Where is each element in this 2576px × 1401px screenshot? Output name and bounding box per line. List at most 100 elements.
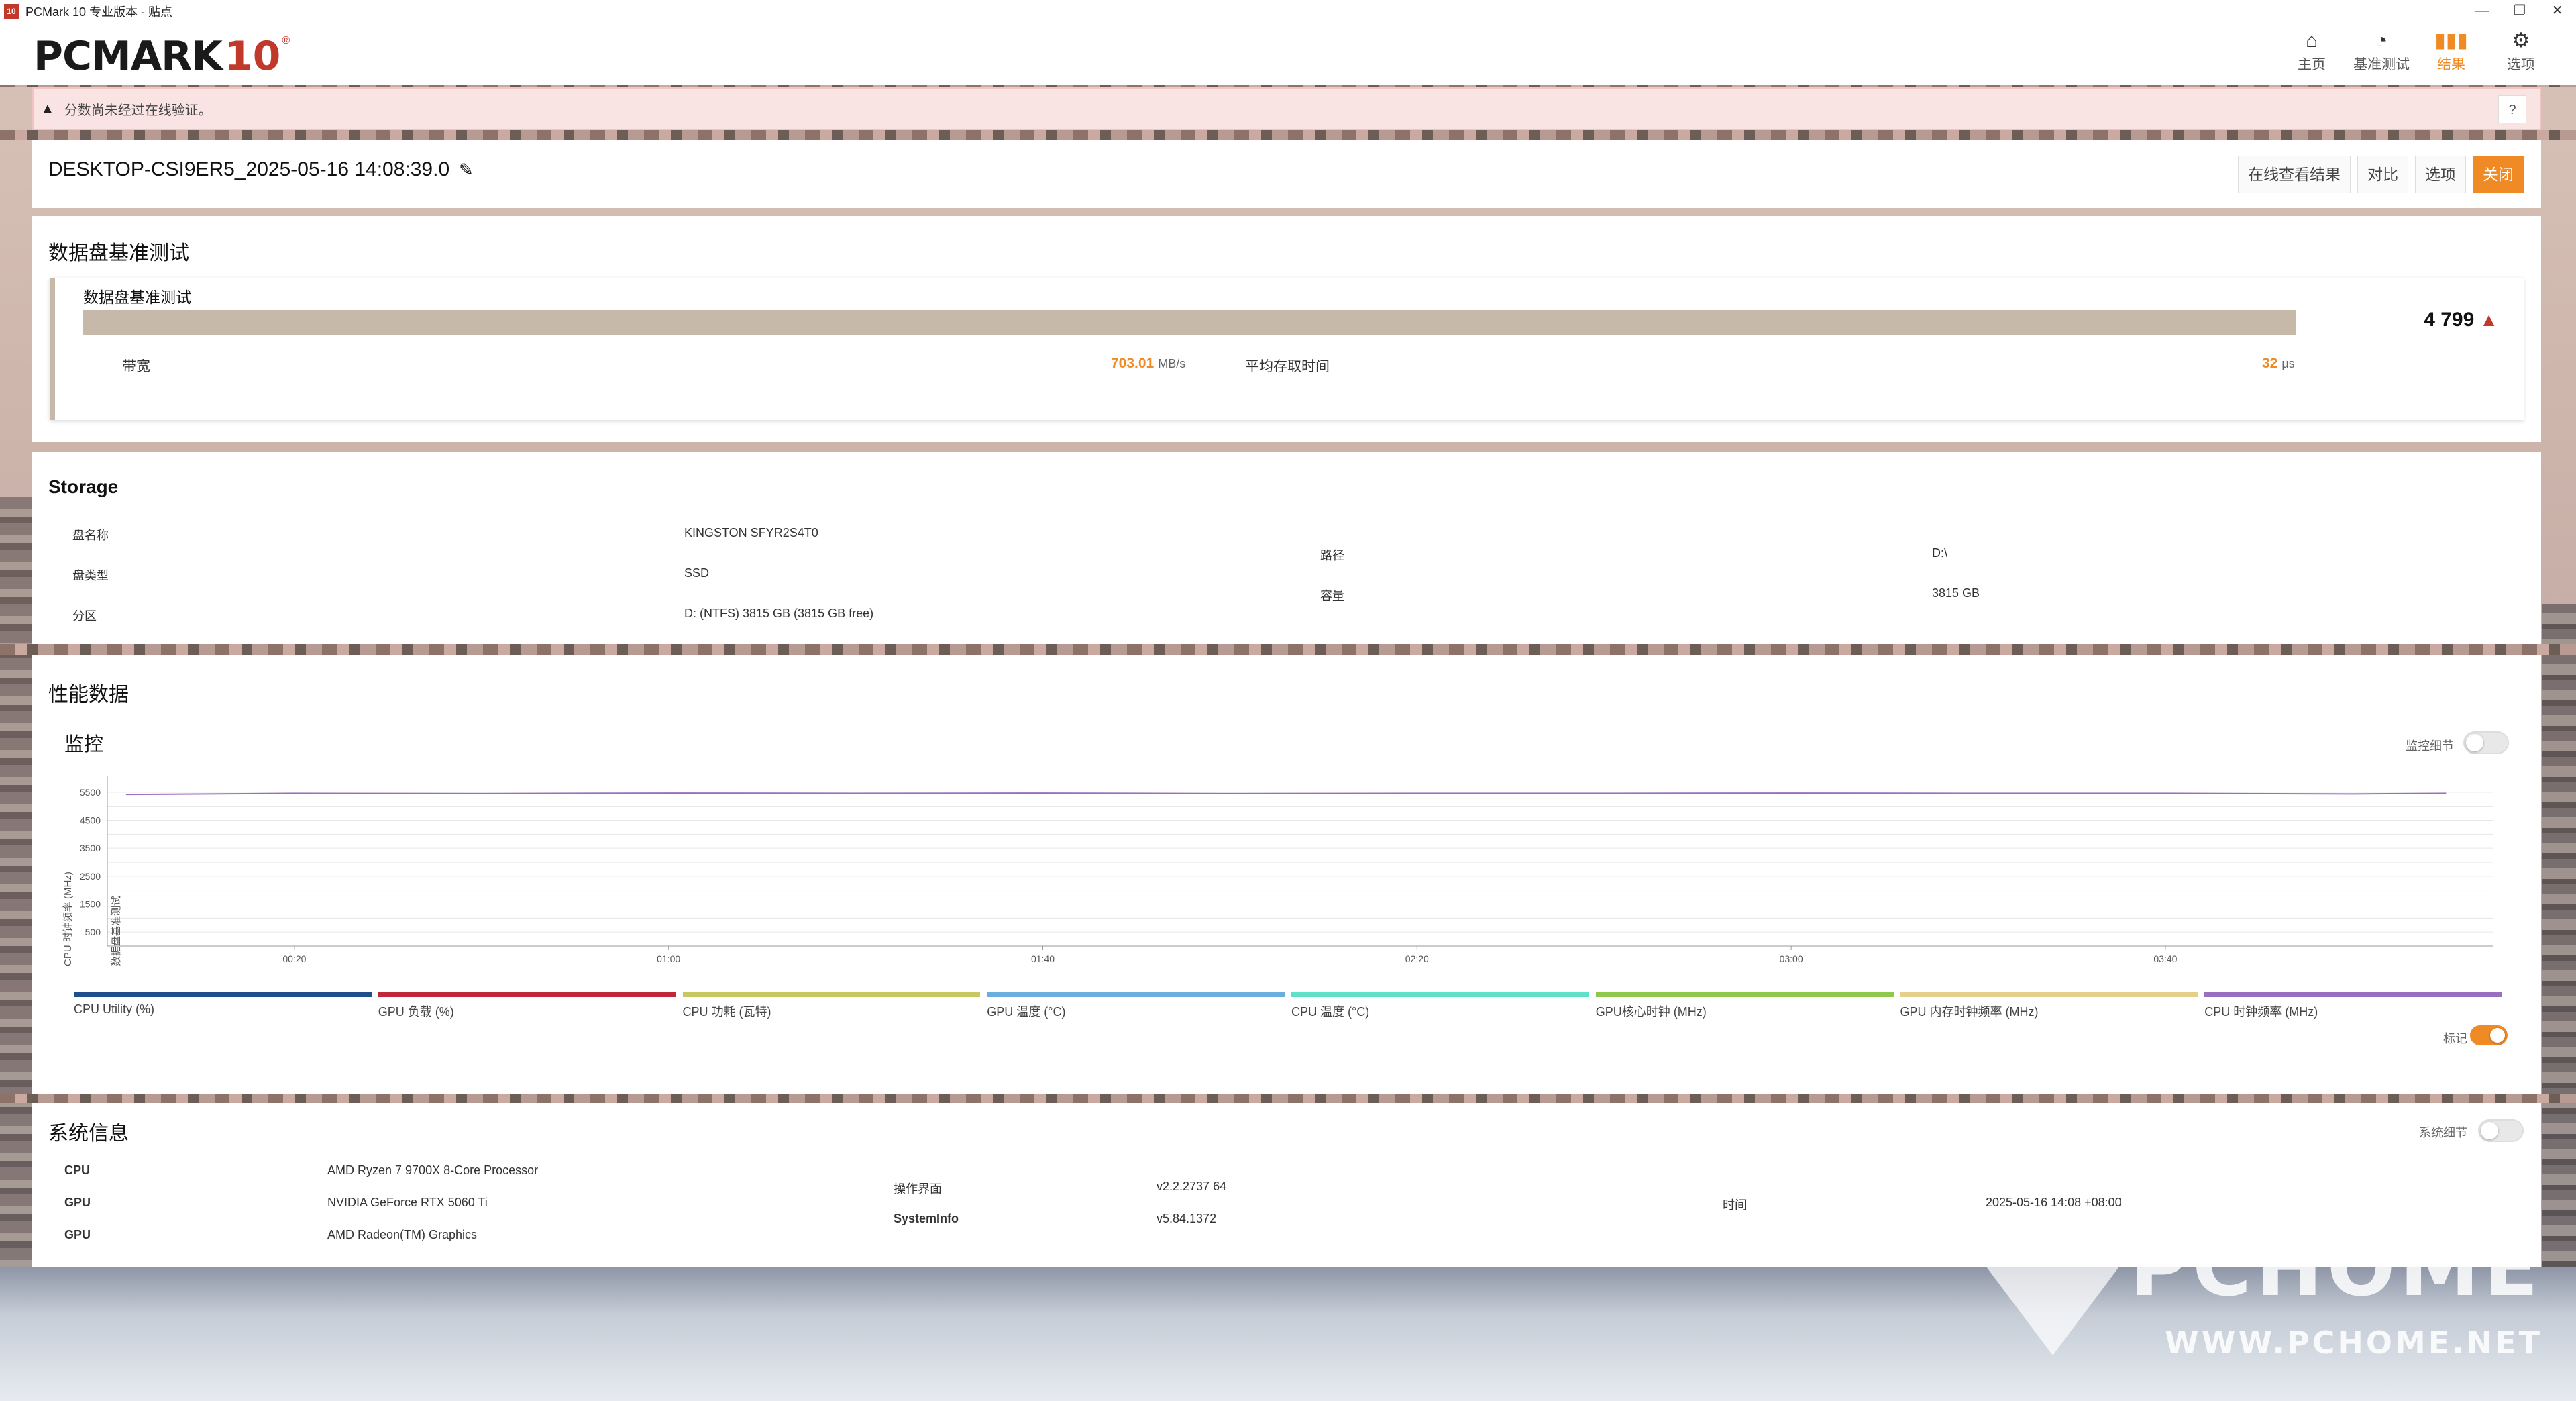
logo-text: PCMARK — [34, 33, 223, 80]
bar-chart-icon: ▮▮▮ — [2434, 30, 2468, 52]
close-result-button[interactable]: 关闭 — [2473, 156, 2524, 193]
legend-label: GPU核心时钟 (MHz) — [1595, 1005, 1707, 1019]
legend-color-bar — [1595, 992, 1894, 997]
nav-results-label: 结果 — [2437, 57, 2465, 72]
nav-options[interactable]: ⚙ 选项 — [2486, 28, 2556, 74]
app-icon: 10 — [4, 4, 19, 19]
data-disk-card-title: 数据盘基准测试 — [83, 289, 191, 306]
help-button[interactable]: ? — [2498, 95, 2526, 123]
logo-number: 10 — [224, 33, 281, 80]
nav-home[interactable]: ⌂ 主页 — [2277, 28, 2347, 74]
legend-label: GPU 温度 (°C) — [987, 1005, 1066, 1019]
view-online-button[interactable]: 在线查看结果 — [2238, 156, 2351, 193]
access-time-unit: μs — [2282, 357, 2295, 370]
legend-item[interactable]: CPU 功耗 (瓦特) — [682, 992, 981, 1020]
systeminfo-value: v5.84.1372 — [1157, 1212, 1217, 1225]
main-nav: ⌂ 主页 ◔ 基准测试 ▮▮▮ 结果 ⚙ 选项 — [2277, 28, 2556, 74]
legend-item[interactable]: GPU 负载 (%) — [378, 992, 676, 1020]
watermark-logo-shape — [1972, 1248, 2133, 1355]
minimize-button[interactable]: — — [2463, 0, 2501, 23]
y-tick-label: 5500 — [80, 787, 101, 798]
y-tick-label: 500 — [85, 927, 101, 937]
maximize-button[interactable]: ❐ — [2501, 0, 2538, 23]
marker-toggle[interactable] — [2470, 1025, 2508, 1045]
score-value: 4 799 — [2424, 309, 2475, 331]
score: 4 799 ▲ — [2424, 309, 2498, 331]
cpu-label: CPU — [64, 1163, 91, 1177]
window-controls: — ❐ ✕ — [2463, 0, 2576, 23]
result-header: DESKTOP-CSI9ER5_2025-05-16 14:08:39.0 ✎ 在… — [32, 140, 2541, 208]
legend-item[interactable]: GPU 温度 (°C) — [987, 992, 1285, 1020]
gauge-icon: ◔ — [2375, 30, 2388, 52]
legend-color-bar — [74, 992, 372, 997]
drive-name-value: KINGSTON SFYR2S4T0 — [684, 526, 818, 539]
monitoring-title: 监控 — [64, 734, 104, 756]
background-strip — [0, 130, 2576, 140]
legend-label: GPU 负载 (%) — [378, 1005, 454, 1019]
legend-item[interactable]: GPU核心时钟 (MHz) — [1595, 992, 1894, 1020]
y-axis-label: CPU 时钟频率 (MHz) — [62, 872, 74, 966]
gpu2-label: GPU — [64, 1228, 91, 1241]
legend-color-bar — [1900, 992, 2198, 997]
pcmark-logo: PCMARK 10 ® — [34, 33, 290, 80]
gui-label: 操作界面 — [894, 1182, 942, 1196]
bandwidth-value-group: 703.01 MB/s — [1111, 356, 1185, 372]
storage-title: Storage — [48, 476, 119, 497]
legend-color-bar — [1291, 992, 1589, 997]
app-header: PCMARK 10 ® ⌂ 主页 ◔ 基准测试 ▮▮▮ 结果 ⚙ 选项 — [0, 23, 2576, 85]
legend-item[interactable]: CPU 温度 (°C) — [1291, 992, 1589, 1020]
legend-item[interactable]: CPU 时钟频率 (MHz) — [2204, 992, 2502, 1020]
system-detail-toggle[interactable] — [2478, 1119, 2524, 1142]
warning-text: 分数尚未经过在线验证。 — [64, 103, 212, 118]
capacity-label: 容量 — [1320, 589, 1344, 603]
compare-button[interactable]: 对比 — [2357, 156, 2408, 193]
partition-label: 分区 — [72, 609, 97, 623]
x-tick-label: 03:00 — [1780, 953, 1803, 964]
drive-type-label: 盘类型 — [72, 569, 109, 582]
watermark-url: WWW.PCHOME.NET — [2165, 1325, 2542, 1361]
nav-results[interactable]: ▮▮▮ 结果 — [2416, 28, 2486, 74]
validation-warning-banner: ▲ 分数尚未经过在线验证。 ? — [32, 87, 2541, 130]
options-button[interactable]: 选项 — [2415, 156, 2466, 193]
performance-title: 性能数据 — [48, 684, 129, 706]
legend-item[interactable]: GPU 内存时钟频率 (MHz) — [1900, 992, 2198, 1020]
access-time-label: 平均存取时间 — [1245, 359, 1330, 374]
y-tick-label: 1500 — [80, 899, 101, 910]
legend-label: CPU Utility (%) — [74, 1002, 154, 1016]
y-tick-label: 4500 — [80, 815, 101, 826]
nav-benchmarks-label: 基准测试 — [2353, 57, 2410, 72]
monitor-detail-toggle[interactable] — [2463, 731, 2509, 754]
registered-mark: ® — [282, 35, 290, 46]
background-strip — [0, 644, 2576, 655]
path-label: 路径 — [1320, 549, 1344, 562]
capacity-value: 3815 GB — [1932, 586, 1980, 600]
benchmark-phase-label: 数据盘基准测试 — [110, 896, 122, 966]
gpu2-value: AMD Radeon(TM) Graphics — [327, 1228, 478, 1241]
x-tick-label: 01:40 — [1031, 953, 1055, 964]
partition-value: D: (NTFS) 3815 GB (3815 GB free) — [684, 607, 874, 620]
data-disk-section-title: 数据盘基准测试 — [48, 242, 189, 264]
watermark-text: PCHOME — [2129, 1221, 2542, 1314]
edit-pencil-icon[interactable]: ✎ — [459, 160, 474, 180]
gear-icon: ⚙ — [2512, 30, 2530, 52]
close-window-button[interactable]: ✕ — [2538, 0, 2576, 23]
result-title: DESKTOP-CSI9ER5_2025-05-16 14:08:39.0 — [48, 158, 450, 180]
access-time-value-group: 32 μs — [2262, 356, 2295, 372]
legend-item[interactable]: CPU Utility (%) — [74, 992, 372, 1020]
nav-home-label: 主页 — [2298, 57, 2326, 72]
drive-name-label: 盘名称 — [72, 529, 109, 542]
legend-color-bar — [378, 992, 676, 997]
path-value: D:\ — [1932, 546, 1948, 560]
result-actions: 在线查看结果 对比 选项 关闭 — [2238, 156, 2524, 193]
storage-panel: Storage 盘名称 KINGSTON SFYR2S4T0 盘类型 SSD 分… — [32, 452, 2541, 644]
gui-value: v2.2.2737 64 — [1157, 1180, 1227, 1193]
marker-label: 标记 — [2443, 1032, 2467, 1045]
nav-options-label: 选项 — [2507, 57, 2535, 72]
monitoring-chart: 500 1500 2500 3500 4500 5500 00:20 01:00 01:40 0… — [62, 776, 2493, 966]
legend-label: GPU 内存时钟频率 (MHz) — [1900, 1005, 2039, 1019]
time-label: 时间 — [1723, 1198, 1747, 1212]
nav-benchmarks[interactable]: ◔ 基准测试 — [2347, 28, 2416, 74]
legend-color-bar — [682, 992, 981, 997]
gpu1-label: GPU — [64, 1196, 91, 1209]
legend-color-bar — [987, 992, 1285, 997]
